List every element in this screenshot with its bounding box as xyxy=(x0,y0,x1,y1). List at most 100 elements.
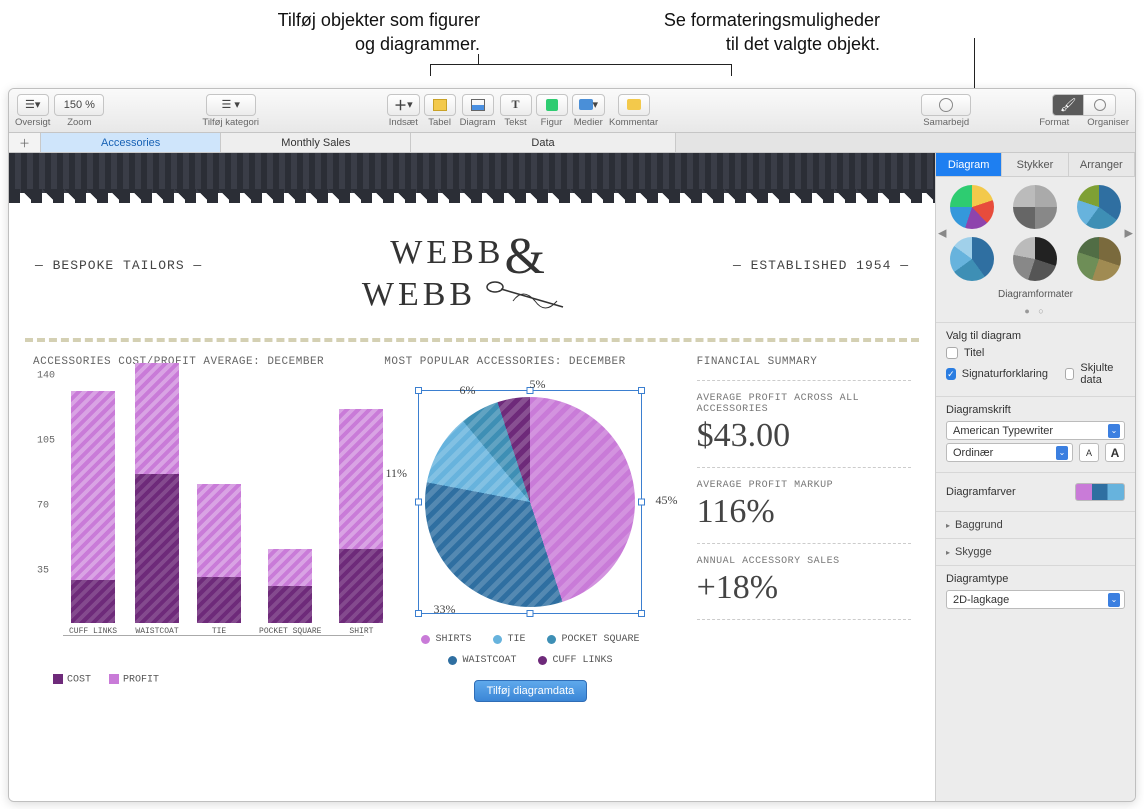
text-label: Tekst xyxy=(504,117,526,128)
selection-handle[interactable] xyxy=(638,499,645,506)
canvas[interactable]: — BESPOKE TAILORS — WEBB& WEBB — ESTABLI… xyxy=(9,153,935,801)
selection-handle[interactable] xyxy=(415,387,422,394)
checkbox-hidden-data[interactable] xyxy=(1065,368,1075,380)
chart-type-header: Diagramtype xyxy=(946,573,1125,585)
background-disclosure[interactable]: ▸Baggrund xyxy=(946,519,1125,531)
view-button[interactable]: ☰▾ xyxy=(17,94,49,116)
callout-format-options-line2: til det valgte objekt. xyxy=(570,32,880,56)
pie-slice-label: 6% xyxy=(459,383,475,398)
add-category-button[interactable]: ☰ ▾ xyxy=(206,94,256,116)
pie-chart-title: MOST POPULAR ACCESSORIES: DECEMBER xyxy=(384,356,676,368)
selection-handle[interactable] xyxy=(638,387,645,394)
checkbox-title-label: Titel xyxy=(964,347,984,359)
app-window: ☰▾ Oversigt 150 % Zoom ☰ ▾ Tilføj katego… xyxy=(8,88,1136,802)
bar-group: POCKET SQUARE xyxy=(259,549,321,636)
collaborate-label: Samarbejd xyxy=(923,117,969,128)
insert-button[interactable]: ＋▾ xyxy=(387,94,420,116)
chart-style-option[interactable] xyxy=(950,185,994,229)
chart-style-picker: ◀ ▶ xyxy=(936,177,1135,289)
zoom-select[interactable]: 150 % xyxy=(54,94,104,116)
bar-chart-legend: COST PROFIT xyxy=(33,674,364,686)
format-inspector: Diagram Stykker Arranger ◀ ▶ Diagramform… xyxy=(935,153,1135,801)
font-smaller-button[interactable]: A xyxy=(1079,443,1099,462)
table-button[interactable] xyxy=(424,94,456,116)
shape-label: Figur xyxy=(541,117,563,128)
selection-handle[interactable] xyxy=(638,610,645,617)
style-page-dots[interactable]: ● ○ xyxy=(936,306,1135,322)
selection-handle[interactable] xyxy=(415,610,422,617)
add-sheet-button[interactable]: ＋ xyxy=(9,133,41,152)
view-label: Oversigt xyxy=(15,117,50,128)
summary-label-1: AVERAGE PROFIT ACROSS ALL ACCESSORIES xyxy=(697,393,911,415)
font-style-select[interactable]: Ordinær⌄ xyxy=(946,443,1073,462)
style-prev-icon[interactable]: ◀ xyxy=(938,227,946,240)
shape-button[interactable] xyxy=(536,94,568,116)
pie-slice-label: 45% xyxy=(655,493,677,508)
inspector-tab-stykker[interactable]: Stykker xyxy=(1002,153,1068,176)
pie-chart-legend: SHIRTS TIE POCKET SQUARE WAISTCOAT CUFF … xyxy=(384,634,676,666)
chart-colors-header: Diagramfarver xyxy=(946,486,1016,498)
chart-options-header: Valg til diagram xyxy=(946,330,1125,342)
summary-title: FINANCIAL SUMMARY xyxy=(697,356,911,368)
chart-font-header: Diagramskrift xyxy=(946,404,1125,416)
inspector-tab-arranger[interactable]: Arranger xyxy=(1069,153,1135,176)
table-label: Tabel xyxy=(428,117,451,128)
bar-group: CUFF LINKS xyxy=(69,391,117,636)
zoom-label: Zoom xyxy=(67,117,91,128)
media-label: Medier xyxy=(574,117,603,128)
checkbox-legend-label: Signaturforklaring xyxy=(962,368,1048,380)
callout-format-options-line1: Se formateringsmuligheder xyxy=(570,8,880,32)
bar-group: WAISTCOAT xyxy=(135,363,179,636)
chart-colors-button[interactable] xyxy=(1075,483,1125,501)
checkbox-title[interactable] xyxy=(946,347,958,359)
summary-label-2: AVERAGE PROFIT MARKUP xyxy=(697,480,911,491)
chart-style-option[interactable] xyxy=(1077,237,1121,281)
financial-summary: FINANCIAL SUMMARY AVERAGE PROFIT ACROSS … xyxy=(697,356,911,632)
chart-button[interactable] xyxy=(462,94,494,116)
font-family-select[interactable]: American Typewriter⌄ xyxy=(946,421,1125,440)
sheet-tabs: ＋ Accessories Monthly Sales Data xyxy=(9,133,1135,153)
media-button[interactable]: ▾ xyxy=(572,94,606,116)
sheet-tab-accessories[interactable]: Accessories xyxy=(41,133,221,152)
divider xyxy=(25,338,919,342)
font-larger-button[interactable]: A xyxy=(1105,443,1125,462)
inspector-tab-diagram[interactable]: Diagram xyxy=(936,153,1002,176)
chart-style-option[interactable] xyxy=(1013,237,1057,281)
chart-style-option[interactable] xyxy=(1013,185,1057,229)
selection-handle[interactable] xyxy=(415,499,422,506)
summary-label-3: ANNUAL ACCESSORY SALES xyxy=(697,556,911,567)
comment-button[interactable] xyxy=(618,94,650,116)
checkbox-legend[interactable]: ✓ xyxy=(946,368,956,380)
pie-slice-label: 11% xyxy=(385,466,407,481)
sheet-tab-monthly-sales[interactable]: Monthly Sales xyxy=(221,133,411,152)
callout-insert-objects-line2: og diagrammer. xyxy=(220,32,480,56)
style-next-icon[interactable]: ▶ xyxy=(1125,227,1133,240)
bar-group: SHIRT xyxy=(339,409,383,636)
summary-value-2: 116% xyxy=(697,493,911,531)
selection-handle[interactable] xyxy=(527,610,534,617)
chart-type-select[interactable]: 2D-lagkage⌄ xyxy=(946,590,1125,609)
company-logo: WEBB& WEBB xyxy=(202,217,733,314)
sheet-tab-data[interactable]: Data xyxy=(411,133,675,152)
organize-label: Organiser xyxy=(1087,117,1129,128)
checkbox-hidden-data-label: Skjulte data xyxy=(1080,362,1125,386)
pie-chart[interactable] xyxy=(425,397,635,607)
pie-slice-label: 33% xyxy=(433,602,455,617)
add-category-label: Tilføj kategori xyxy=(202,117,259,128)
format-inspector-button[interactable]: 🖌 xyxy=(1052,94,1084,116)
chart-style-option[interactable] xyxy=(950,237,994,281)
insert-label: Indsæt xyxy=(389,117,418,128)
pie-chart-selected[interactable]: 45% 33% 11% 6% 5% xyxy=(418,390,642,614)
text-button[interactable]: T xyxy=(500,94,532,116)
chart-styles-caption: Diagramformater xyxy=(936,289,1135,306)
collaborate-button[interactable] xyxy=(921,94,971,116)
add-chart-data-button[interactable]: Tilføj diagramdata xyxy=(474,680,588,702)
bar-group: TIE xyxy=(197,484,241,636)
tagline-left: — BESPOKE TAILORS — xyxy=(35,258,202,273)
tagline-right: — ESTABLISHED 1954 — xyxy=(733,258,909,273)
organize-inspector-button[interactable] xyxy=(1084,94,1116,116)
shadow-disclosure[interactable]: ▸Skygge xyxy=(946,546,1125,558)
summary-value-3: +18% xyxy=(697,569,911,607)
bar-chart[interactable]: 140 105 70 35 CUFF LINKSWAISTCOATTIEPOCK… xyxy=(33,376,364,666)
chart-style-option[interactable] xyxy=(1077,185,1121,229)
